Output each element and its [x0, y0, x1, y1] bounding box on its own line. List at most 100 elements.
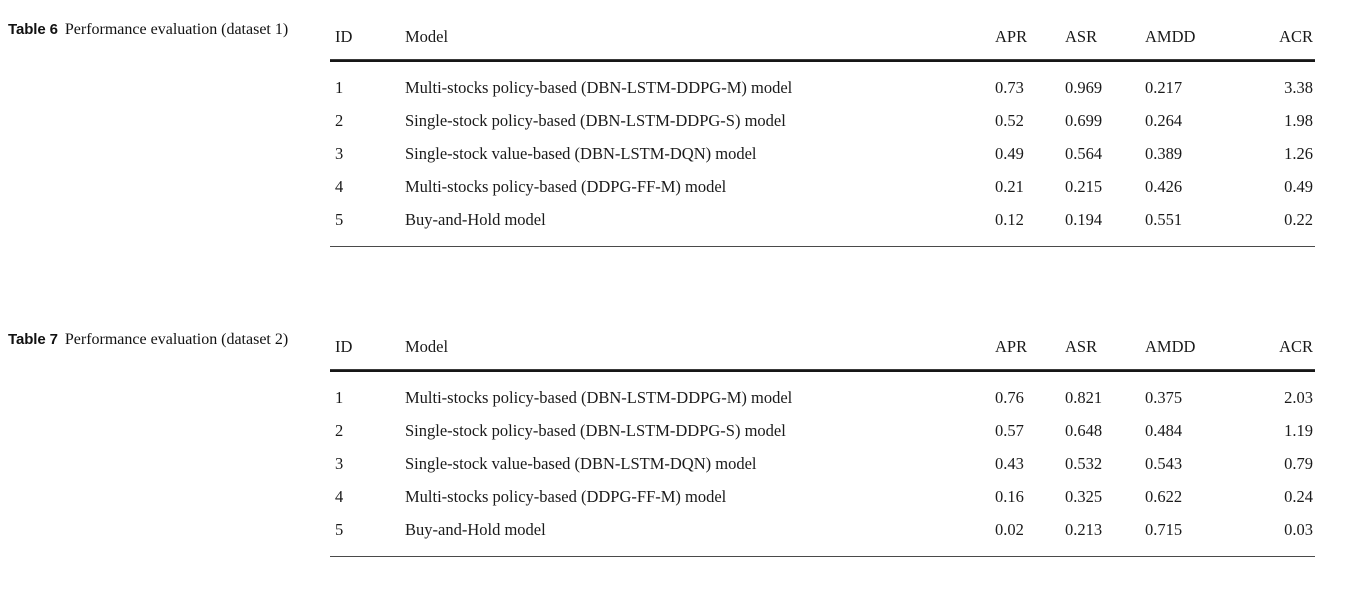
table-6-header-id: ID [335, 27, 353, 46]
cell-acr: 0.24 [1284, 487, 1313, 506]
cell-amdd: 0.543 [1145, 454, 1183, 473]
cell-asr: 0.564 [1065, 144, 1103, 163]
cell-acr: 2.03 [1284, 388, 1313, 407]
table-7: ID Model APR ASR AMDD ACR 1 Multi-stocks… [330, 324, 1315, 557]
table-6-header-row: ID Model APR ASR AMDD ACR [330, 14, 1315, 60]
cell-acr: 3.38 [1284, 78, 1313, 97]
table-7-caption-line1: Performance evaluation [64, 331, 218, 348]
cell-amdd: 0.551 [1145, 210, 1183, 229]
table-7-body: 1 Multi-stocks policy-based (DBN-LSTM-DD… [330, 372, 1315, 557]
cell-amdd: 0.217 [1145, 78, 1183, 97]
table-7-header-amdd: AMDD [1145, 337, 1196, 356]
cell-asr: 0.194 [1065, 210, 1103, 229]
table-6-wrapper: ID Model APR ASR AMDD ACR 1 Multi-stocks… [330, 14, 1315, 247]
table-7-header-model: Model [405, 337, 449, 356]
table-6-header-apr: APR [995, 27, 1028, 46]
table-row: 4 Multi-stocks policy-based (DDPG-FF-M) … [330, 170, 1315, 203]
cell-asr: 0.699 [1065, 111, 1103, 130]
cell-id: 1 [335, 78, 344, 97]
table-7-wrapper: ID Model APR ASR AMDD ACR 1 Multi-stocks… [330, 324, 1315, 557]
cell-asr: 0.325 [1065, 487, 1103, 506]
cell-apr: 0.21 [995, 177, 1024, 196]
cell-asr: 0.821 [1065, 388, 1103, 407]
cell-amdd: 0.389 [1145, 144, 1183, 163]
cell-apr: 0.57 [995, 421, 1024, 440]
table-6: ID Model APR ASR AMDD ACR 1 Multi-stocks… [330, 14, 1315, 247]
cell-amdd: 0.622 [1145, 487, 1183, 506]
table-row: 5 Buy-and-Hold model 0.12 0.194 0.551 0.… [330, 203, 1315, 247]
cell-model: Single-stock value-based (DBN-LSTM-DQN) … [405, 454, 757, 473]
cell-id: 3 [335, 144, 344, 163]
table-6-bottom-rule [330, 246, 1315, 247]
table-6-body: 1 Multi-stocks policy-based (DBN-LSTM-DD… [330, 62, 1315, 247]
table-6-header-model: Model [405, 27, 449, 46]
cell-id: 4 [335, 177, 344, 196]
cell-asr: 0.969 [1065, 78, 1103, 97]
cell-acr: 1.19 [1284, 421, 1313, 440]
cell-id: 5 [335, 520, 344, 539]
table-row: 3 Single-stock value-based (DBN-LSTM-DQN… [330, 447, 1315, 480]
table-7-caption: Table 7 Performance evaluation (dataset 2… [0, 324, 330, 350]
table-row: 2 Single-stock policy-based (DBN-LSTM-DD… [330, 104, 1315, 137]
cell-id: 3 [335, 454, 344, 473]
cell-model: Buy-and-Hold model [405, 210, 546, 229]
table-7-header-acr: ACR [1279, 337, 1313, 356]
cell-model: Multi-stocks policy-based (DBN-LSTM-DDPG… [405, 388, 793, 407]
table-7-header-row: ID Model APR ASR AMDD ACR [330, 324, 1315, 370]
table-7-header-asr: ASR [1065, 337, 1098, 356]
table-7-header: ID Model APR ASR AMDD ACR [330, 324, 1315, 370]
table-7-caption-line2: (dataset 2) [221, 331, 289, 348]
cell-model: Single-stock policy-based (DBN-LSTM-DDPG… [405, 111, 786, 130]
cell-apr: 0.49 [995, 144, 1024, 163]
table-6-header-amdd: AMDD [1145, 27, 1196, 46]
table-6-header-acr: ACR [1279, 27, 1313, 46]
table-row: 4 Multi-stocks policy-based (DDPG-FF-M) … [330, 480, 1315, 513]
cell-model: Multi-stocks policy-based (DDPG-FF-M) mo… [405, 177, 727, 196]
cell-acr: 0.03 [1284, 520, 1313, 539]
cell-id: 5 [335, 210, 344, 229]
cell-amdd: 0.375 [1145, 388, 1183, 407]
cell-id: 2 [335, 111, 344, 130]
table-6-caption-label: Table 6 [8, 21, 58, 38]
cell-asr: 0.532 [1065, 454, 1103, 473]
table-block-7: Table 7 Performance evaluation (dataset 2… [0, 324, 1351, 557]
table-6-caption: Table 6 Performance evaluation (dataset 1… [0, 14, 330, 40]
cell-model: Multi-stocks policy-based (DDPG-FF-M) mo… [405, 487, 727, 506]
table-6-header-asr: ASR [1065, 27, 1098, 46]
table-row: 5 Buy-and-Hold model 0.02 0.213 0.715 0.… [330, 513, 1315, 557]
cell-amdd: 0.715 [1145, 520, 1183, 539]
table-7-bottom-rule [330, 556, 1315, 557]
cell-acr: 0.79 [1284, 454, 1313, 473]
cell-model: Buy-and-Hold model [405, 520, 546, 539]
cell-apr: 0.73 [995, 78, 1024, 97]
cell-model: Multi-stocks policy-based (DBN-LSTM-DDPG… [405, 78, 793, 97]
cell-acr: 1.98 [1284, 111, 1313, 130]
table-7-header-apr: APR [995, 337, 1028, 356]
table-row: 2 Single-stock policy-based (DBN-LSTM-DD… [330, 414, 1315, 447]
cell-amdd: 0.264 [1145, 111, 1183, 130]
table-block-6: Table 6 Performance evaluation (dataset 1… [0, 14, 1351, 247]
cell-apr: 0.52 [995, 111, 1024, 130]
table-7-caption-label: Table 7 [8, 331, 58, 348]
table-row: 1 Multi-stocks policy-based (DBN-LSTM-DD… [330, 62, 1315, 104]
cell-acr: 0.22 [1284, 210, 1313, 229]
cell-id: 4 [335, 487, 344, 506]
table-7-header-id: ID [335, 337, 353, 356]
cell-asr: 0.213 [1065, 520, 1103, 539]
table-row: 3 Single-stock value-based (DBN-LSTM-DQN… [330, 137, 1315, 170]
cell-apr: 0.12 [995, 210, 1024, 229]
cell-apr: 0.16 [995, 487, 1024, 506]
cell-asr: 0.648 [1065, 421, 1103, 440]
cell-amdd: 0.426 [1145, 177, 1183, 196]
table-6-header: ID Model APR ASR AMDD ACR [330, 14, 1315, 60]
cell-id: 1 [335, 388, 344, 407]
table-row: 1 Multi-stocks policy-based (DBN-LSTM-DD… [330, 372, 1315, 414]
cell-acr: 0.49 [1284, 177, 1313, 196]
table-6-caption-line1: Performance evaluation [64, 21, 218, 38]
cell-id: 2 [335, 421, 344, 440]
cell-asr: 0.215 [1065, 177, 1103, 196]
cell-apr: 0.43 [995, 454, 1024, 473]
cell-acr: 1.26 [1284, 144, 1313, 163]
cell-apr: 0.76 [995, 388, 1024, 407]
cell-model: Single-stock value-based (DBN-LSTM-DQN) … [405, 144, 757, 163]
